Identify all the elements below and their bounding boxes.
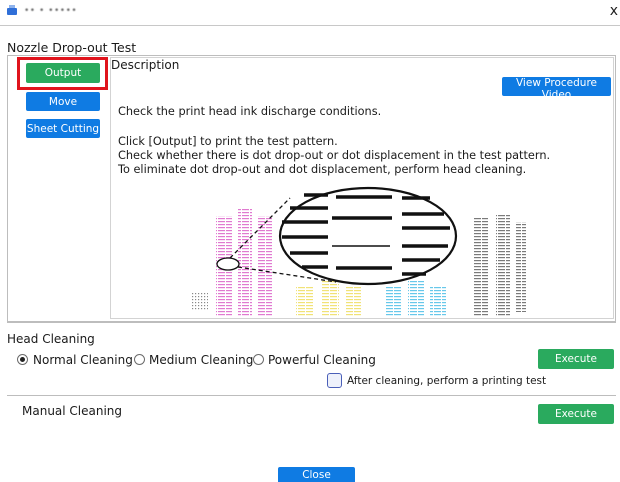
window-close-icon[interactable]: x — [610, 3, 618, 19]
ink-column-cyan — [386, 280, 446, 316]
close-button[interactable]: Close — [278, 467, 355, 482]
ink-column-black — [474, 214, 526, 316]
radio-normal-cleaning-label[interactable]: Normal Cleaning — [33, 353, 133, 367]
output-button[interactable]: Output — [26, 63, 100, 83]
description-line-3: Check whether there is dot drop-out or d… — [118, 149, 551, 162]
description-line-4: To eliminate dot drop-out and dot displa… — [118, 163, 527, 176]
sheet-cutting-button[interactable]: Sheet Cutting — [26, 119, 100, 138]
pattern-legend-block — [192, 292, 208, 310]
print-test-after-cleaning-checkbox[interactable] — [327, 373, 342, 388]
radio-medium-cleaning-label[interactable]: Medium Cleaning — [149, 353, 253, 367]
radio-powerful-cleaning-label[interactable]: Powerful Cleaning — [268, 353, 376, 367]
head-cleaning-title: Head Cleaning — [7, 332, 95, 346]
description-heading: Description — [111, 58, 180, 72]
test-pattern-illustration — [192, 186, 526, 316]
view-procedure-video-button[interactable]: View Procedure Video — [502, 77, 611, 101]
move-button[interactable]: Move — [26, 92, 100, 111]
description-line-2: Click [Output] to print the test pattern… — [118, 135, 338, 148]
magnified-area-marker — [216, 257, 240, 271]
head-cleaning-execute-button[interactable]: Execute — [538, 349, 614, 369]
radio-powerful-cleaning[interactable] — [253, 354, 264, 365]
description-line-1: Check the print head ink discharge condi… — [118, 105, 382, 118]
radio-normal-cleaning[interactable] — [17, 354, 28, 365]
manual-cleaning-execute-button[interactable]: Execute — [538, 404, 614, 424]
app-icon — [7, 5, 17, 15]
radio-medium-cleaning[interactable] — [134, 354, 145, 365]
title-bar: •• • ••••• x — [0, 0, 620, 26]
ink-column-yellow — [296, 280, 362, 316]
nozzle-test-title: Nozzle Drop-out Test — [7, 40, 137, 55]
manual-cleaning-title: Manual Cleaning — [22, 404, 123, 418]
manual-cleaning-panel — [7, 395, 616, 445]
print-test-after-cleaning-label[interactable]: After cleaning, perform a printing test — [347, 375, 546, 387]
window-title: •• • ••••• — [24, 6, 78, 16]
